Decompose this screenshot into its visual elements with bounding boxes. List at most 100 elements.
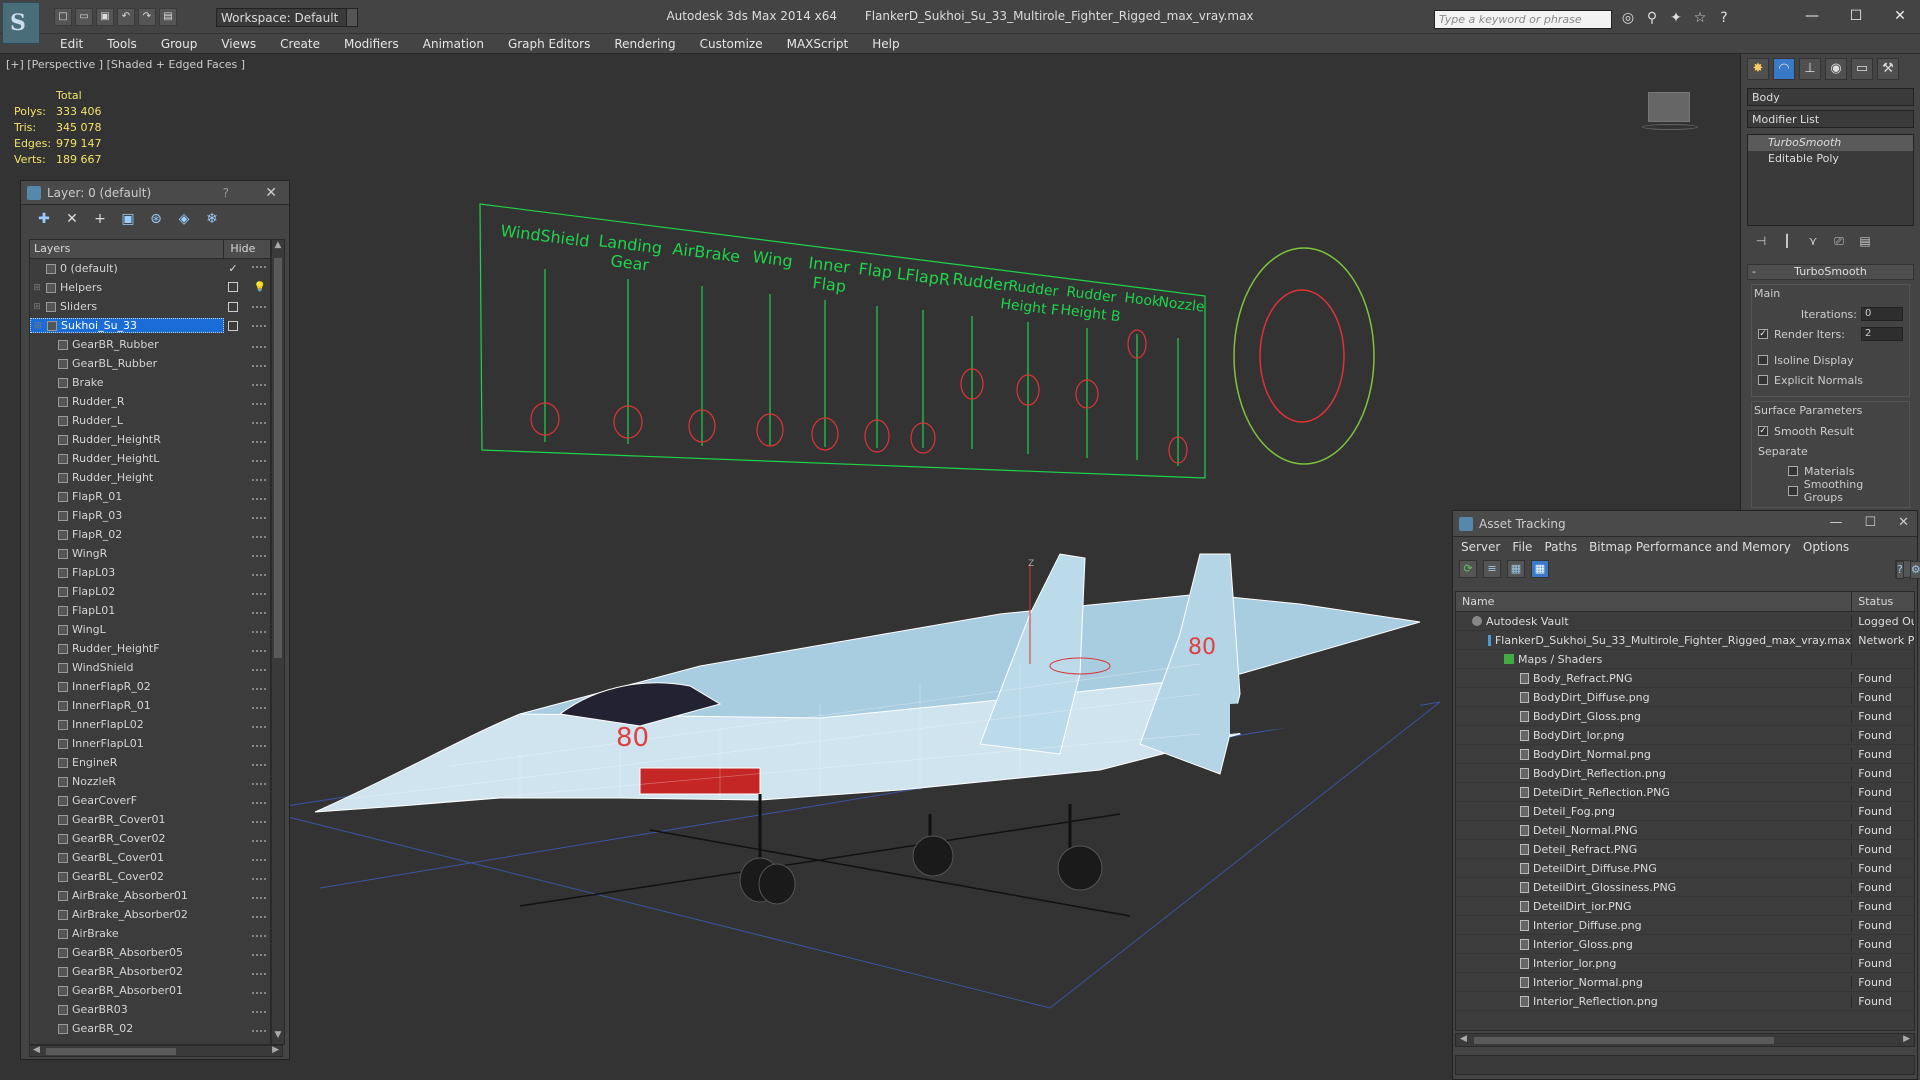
layer-row[interactable]: Rudder_HeightF [30, 639, 270, 658]
collapse-icon[interactable]: - [1752, 265, 1756, 279]
asset-row[interactable]: DeteiDirt_Reflection.PNG Found [1456, 783, 1914, 802]
render-iters-spinner[interactable]: 2 [1861, 327, 1903, 341]
layers-column-header[interactable]: Layers [30, 240, 225, 258]
hide-toggle[interactable] [252, 554, 266, 557]
hide-toggle[interactable] [252, 858, 266, 861]
hide-toggle[interactable] [252, 877, 266, 880]
asset-row[interactable]: BodyDirt_Normal.png Found [1456, 745, 1914, 764]
hide-toggle[interactable] [252, 324, 266, 327]
display-tab-icon[interactable]: ▭ [1851, 58, 1873, 80]
app-menu-button[interactable]: S [2, 2, 40, 44]
help-icon[interactable]: ? [1896, 561, 1904, 579]
layer-row[interactable]: FlapL01 [30, 601, 270, 620]
asset-row[interactable]: DeteilDirt_Diffuse.PNG Found [1456, 859, 1914, 878]
scroll-thumb[interactable] [1474, 1037, 1774, 1044]
menu-rendering[interactable]: Rendering [602, 36, 687, 52]
hide-toggle[interactable] [252, 421, 266, 424]
layer-row[interactable]: GearBL_Cover02 [30, 867, 270, 886]
maximize-icon[interactable]: ☐ [1864, 515, 1876, 530]
asset-row[interactable]: Deteil_Normal.PNG Found [1456, 821, 1914, 840]
create-tab-icon[interactable]: ✸ [1747, 58, 1769, 80]
layer-row[interactable]: InnerFlapL01 [30, 734, 270, 753]
layer-row[interactable]: 0 (default) ✓ [30, 259, 270, 278]
isoline-checkbox[interactable] [1758, 355, 1768, 365]
layer-row[interactable]: FlapR_01 [30, 487, 270, 506]
object-name-field[interactable]: Body [1747, 88, 1914, 106]
asset-path-field[interactable] [1455, 1055, 1915, 1075]
layer-row[interactable]: NozzleR [30, 772, 270, 791]
hide-toggle[interactable] [252, 915, 266, 918]
close-icon[interactable]: ✕ [265, 185, 277, 201]
layer-row[interactable]: ⊞ Sukhoi_Su_33 [30, 316, 270, 335]
menu-animation[interactable]: Animation [411, 36, 496, 52]
menu-customize[interactable]: Customize [688, 36, 775, 52]
scroll-right-icon[interactable]: ▶ [1903, 1034, 1910, 1044]
menu-graph-editors[interactable]: Graph Editors [496, 36, 602, 52]
current-layer-checkbox[interactable]: ✓ [228, 262, 237, 275]
hide-toggle[interactable] [252, 630, 266, 633]
menu-tools[interactable]: Tools [95, 36, 149, 52]
layer-row[interactable]: Rudder_L [30, 411, 270, 430]
layer-row[interactable]: AirBrake [30, 924, 270, 943]
layer-row[interactable]: FlapR_03 [30, 506, 270, 525]
hide-toggle[interactable] [252, 763, 266, 766]
layer-row[interactable]: Rudder_HeightL [30, 449, 270, 468]
minimize-icon[interactable]: — [1829, 515, 1842, 530]
layer-row[interactable]: GearCoverF [30, 791, 270, 810]
layer-horizontal-scrollbar[interactable]: ◀ ▶ [29, 1045, 283, 1057]
hide-toggle[interactable] [252, 649, 266, 652]
make-unique-icon[interactable]: ⋎ [1805, 234, 1821, 250]
asset-tracking-titlebar[interactable]: Asset Tracking — ☐ ✕ [1453, 511, 1917, 537]
render-iters-checkbox[interactable]: ✓ [1758, 329, 1768, 339]
layer-row[interactable]: InnerFlapL02 [30, 715, 270, 734]
hide-toggle[interactable] [252, 687, 266, 690]
expand-toggle-icon[interactable]: ⊞ [33, 321, 43, 331]
hide-toggle[interactable] [252, 953, 266, 956]
modifier-list-dropdown[interactable]: Modifier List [1747, 110, 1914, 128]
layer-row[interactable]: ⊞ Helpers 💡 [30, 278, 270, 297]
remove-modifier-icon[interactable]: ⎚ [1831, 234, 1847, 250]
help-icon[interactable]: ? [1716, 10, 1732, 26]
asset-row[interactable]: Body_Refract.PNG Found [1456, 669, 1914, 688]
scroll-left-icon[interactable]: ◀ [33, 1045, 40, 1055]
asset-horizontal-scrollbar[interactable]: ◀ ▶ [1455, 1033, 1915, 1047]
name-column-header[interactable]: Name [1456, 592, 1853, 611]
asset-row[interactable]: Interior_lor.png Found [1456, 954, 1914, 973]
hide-toggle[interactable] [252, 364, 266, 367]
create-layer-icon[interactable]: ✚ [35, 210, 53, 228]
asset-menu-server[interactable]: Server [1455, 540, 1506, 554]
asset-row[interactable]: DeteilDirt_Glossiness.PNG Found [1456, 878, 1914, 897]
layer-row[interactable]: FlapL02 [30, 582, 270, 601]
asset-menu-bitmap-performance-and-memory[interactable]: Bitmap Performance and Memory [1583, 540, 1797, 554]
menu-edit[interactable]: Edit [48, 36, 95, 52]
pin-stack-icon[interactable]: ⊣ [1753, 234, 1769, 250]
layer-row[interactable]: WingL [30, 620, 270, 639]
hide-toggle[interactable] [252, 744, 266, 747]
scroll-down-icon[interactable]: ▼ [272, 1030, 284, 1044]
layer-row[interactable]: Rudder_Height [30, 468, 270, 487]
asset-row[interactable]: BodyDirt_Reflection.png Found [1456, 764, 1914, 783]
layer-row[interactable]: FlapR_02 [30, 525, 270, 544]
hide-toggle[interactable] [252, 820, 266, 823]
asset-row[interactable]: Interior_Normal.png Found [1456, 973, 1914, 992]
motion-tab-icon[interactable]: ◉ [1825, 58, 1847, 80]
hide-toggle[interactable] [252, 1029, 266, 1032]
layer-row[interactable]: GearBR_Cover02 [30, 829, 270, 848]
viewcube-compass[interactable] [1642, 124, 1698, 130]
close-icon[interactable]: ✕ [1878, 4, 1920, 28]
hide-toggle[interactable] [252, 535, 266, 538]
layer-row[interactable]: Rudder_HeightR [30, 430, 270, 449]
hide-toggle[interactable] [252, 497, 266, 500]
explicit-normals-checkbox[interactable] [1758, 375, 1768, 385]
hide-toggle[interactable] [252, 573, 266, 576]
asset-row[interactable]: DeteilDirt_ior.PNG Found [1456, 897, 1914, 916]
close-icon[interactable]: ✕ [1898, 515, 1909, 530]
asset-row[interactable]: BodyDirt_lor.png Found [1456, 726, 1914, 745]
hide-toggle[interactable] [252, 801, 266, 804]
modifier-stack-item[interactable]: Editable Poly [1748, 151, 1913, 167]
layer-row[interactable]: GearBR_Absorber02 [30, 962, 270, 981]
search-input[interactable]: Type a keyword or phrase [1434, 10, 1612, 29]
layer-row[interactable]: EngineR [30, 753, 270, 772]
current-layer-checkbox[interactable] [228, 282, 239, 292]
layer-vertical-scrollbar[interactable]: ▲ ▼ [271, 239, 285, 1045]
